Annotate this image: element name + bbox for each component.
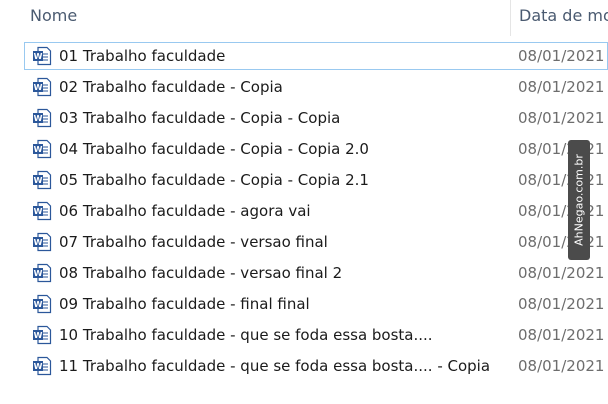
file-row[interactable]: W 05 Trabalho faculdade - Copia - Copia 2… [24, 166, 608, 194]
file-name: 01 Trabalho faculdade [59, 47, 226, 65]
svg-text:W: W [34, 145, 43, 154]
file-date-modified: 08/01/2021 [518, 326, 605, 344]
file-date-modified: 08/01/2021 [518, 264, 605, 282]
file-row[interactable]: W 07 Trabalho faculdade - versao final 08/… [24, 228, 608, 256]
svg-text:W: W [34, 52, 43, 61]
svg-text:W: W [34, 207, 43, 216]
file-name: 07 Trabalho faculdade - versao final [59, 233, 328, 251]
word-document-icon: W [32, 294, 52, 314]
file-name: 09 Trabalho faculdade - final final [59, 295, 310, 313]
file-row[interactable]: W 11 Trabalho faculdade - que se foda ess… [24, 352, 608, 380]
file-date-modified: 08/01/2021 [518, 140, 605, 158]
word-document-icon: W [32, 108, 52, 128]
svg-text:W: W [34, 176, 43, 185]
word-document-icon: W [32, 232, 52, 252]
watermark: AhNegao.com.br [568, 140, 590, 260]
word-document-icon: W [32, 201, 52, 221]
column-divider[interactable] [510, 0, 511, 36]
svg-text:W: W [34, 269, 43, 278]
file-row[interactable]: W 08 Trabalho faculdade - versao final 2 0… [24, 259, 608, 287]
file-date-modified: 08/01/2021 [518, 78, 605, 96]
column-header-name[interactable]: Nome [30, 6, 77, 25]
svg-text:W: W [34, 362, 43, 371]
svg-text:W: W [34, 300, 43, 309]
file-date-modified: 08/01/2021 [518, 233, 605, 251]
word-document-icon: W [32, 170, 52, 190]
file-name: 05 Trabalho faculdade - Copia - Copia 2.… [59, 171, 369, 189]
file-date-modified: 08/01/2021 [518, 171, 605, 189]
svg-text:W: W [34, 114, 43, 123]
file-date-modified: 08/01/2021 [518, 109, 605, 127]
svg-text:W: W [34, 83, 43, 92]
file-name: 02 Trabalho faculdade - Copia [59, 78, 283, 96]
column-header-bar: Nome Data de mo [0, 0, 608, 36]
file-name: 08 Trabalho faculdade - versao final 2 [59, 264, 343, 282]
word-document-icon: W [32, 77, 52, 97]
file-name: 10 Trabalho faculdade - que se foda essa… [59, 326, 433, 344]
word-document-icon: W [32, 46, 52, 66]
file-date-modified: 08/01/2021 [518, 202, 605, 220]
word-document-icon: W [32, 325, 52, 345]
file-name: 03 Trabalho faculdade - Copia - Copia [59, 109, 341, 127]
column-header-date-modified[interactable]: Data de mo [519, 6, 608, 25]
file-name: 04 Trabalho faculdade - Copia - Copia 2.… [59, 140, 369, 158]
file-row[interactable]: W 02 Trabalho faculdade - Copia 08/01/2021 [24, 73, 608, 101]
file-date-modified: 08/01/2021 [518, 295, 605, 313]
word-document-icon: W [32, 356, 52, 376]
file-name: 11 Trabalho faculdade - que se foda essa… [59, 357, 491, 375]
svg-text:W: W [34, 238, 43, 247]
file-name: 06 Trabalho faculdade - agora vai [59, 202, 311, 220]
file-date-modified: 08/01/2021 [518, 47, 605, 65]
file-row[interactable]: W 01 Trabalho faculdade 08/01/2021 [24, 42, 608, 70]
file-row[interactable]: W 06 Trabalho faculdade - agora vai 08/01/… [24, 197, 608, 225]
file-row[interactable]: W 09 Trabalho faculdade - final final 08/0… [24, 290, 608, 318]
file-row[interactable]: W 03 Trabalho faculdade - Copia - Copia 08… [24, 104, 608, 132]
word-document-icon: W [32, 139, 52, 159]
file-row[interactable]: W 10 Trabalho faculdade - que se foda ess… [24, 321, 608, 349]
word-document-icon: W [32, 263, 52, 283]
file-date-modified: 08/01/2021 [518, 357, 605, 375]
file-row[interactable]: W 04 Trabalho faculdade - Copia - Copia 2… [24, 135, 608, 163]
watermark-text: AhNegao.com.br [572, 154, 586, 246]
svg-text:W: W [34, 331, 43, 340]
